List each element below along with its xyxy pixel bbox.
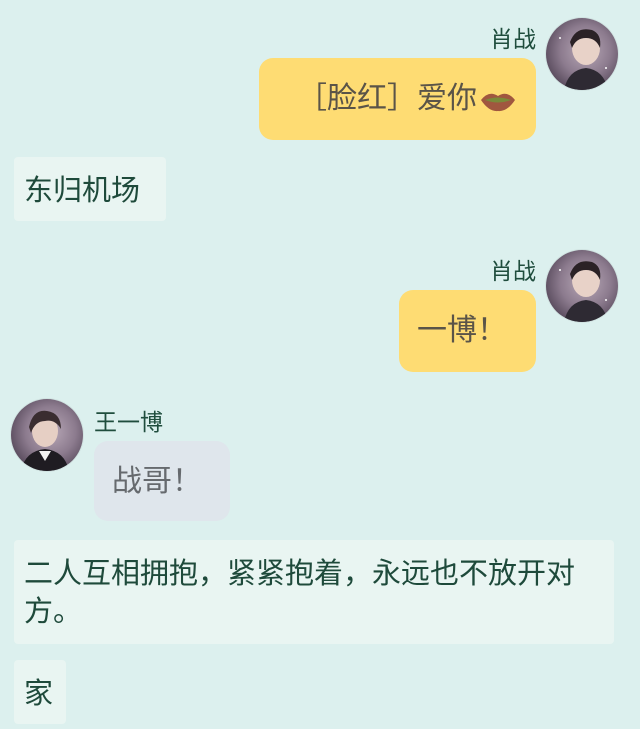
avatar-portrait-icon (21, 410, 69, 471)
avatar-portrait-icon (559, 29, 608, 90)
narration-box: 二人互相拥抱，紧紧抱着，永远也不放开对方。 (14, 540, 614, 644)
avatar-xiao-zhan[interactable] (546, 18, 618, 90)
avatar-wang-yibo[interactable] (11, 399, 83, 471)
narration-box: 东归机场 (14, 157, 166, 221)
sender-name: 肖战 (490, 259, 536, 285)
message-text: 一博！ (417, 313, 507, 348)
message-bubble[interactable]: ［脸红］爱你 (259, 58, 536, 140)
sender-name: 肖战 (490, 27, 536, 53)
avatar-xiao-zhan[interactable] (546, 250, 618, 322)
narration-box: 家 (14, 660, 66, 724)
avatar-portrait-icon (559, 261, 608, 322)
message-text: 战哥！ (112, 464, 202, 499)
message-text: ［脸红］爱你 (297, 81, 477, 116)
lips-icon (479, 84, 517, 126)
narration-text: 二人互相拥抱，紧紧抱着，永远也不放开对方。 (24, 556, 576, 628)
narration-text: 家 (24, 676, 54, 710)
message-bubble[interactable]: 战哥！ (94, 441, 230, 521)
narration-text: 东归机场 (24, 173, 141, 207)
message-bubble[interactable]: 一博！ (399, 290, 536, 372)
sender-name: 王一博 (94, 410, 163, 436)
